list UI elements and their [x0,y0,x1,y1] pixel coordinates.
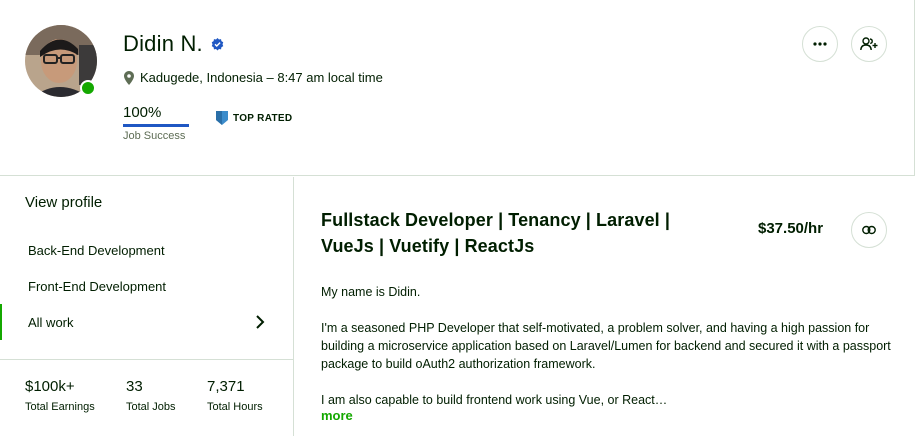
stat-label: Total Earnings [25,401,95,413]
stat-value: $100k+ [25,378,75,395]
job-success-label: Job Success [123,130,186,142]
description-paragraph: I'm a seasoned PHP Developer that self-m… [321,321,891,371]
profile-description: My name is Didin. I'm a seasoned PHP Dev… [321,283,896,427]
freelancer-name: Didin N. [123,31,203,56]
more-link[interactable]: more [321,408,353,423]
copy-link-button[interactable] [851,212,887,248]
stat-label: Total Hours [207,401,263,413]
stat-value: 33 [126,378,143,395]
stat-total-jobs: 33 Total Jobs [126,378,176,413]
invite-to-job-button[interactable] [851,26,887,62]
hourly-rate: $37.50/hr [758,220,824,237]
profile-sidebar: View profile Back-End Development Front-… [0,177,294,436]
location-row: Kadugede, Indonesia – 8:47 am local time [124,70,383,85]
description-paragraph: I am also capable to build frontend work… [321,393,668,407]
top-rated-label: TOP RATED [233,112,293,124]
chevron-right-icon [256,315,265,329]
sidebar-divider [0,359,293,360]
sidebar-item-all-work[interactable]: All work [0,304,293,340]
profile-main-content: Fullstack Developer | Tenancy | Laravel … [295,177,915,436]
sidebar-item-label: All work [28,314,74,330]
link-icon [862,225,876,235]
sidebar-item-front-end-development[interactable]: Front-End Development [0,268,293,304]
job-success-value: 100% [123,104,162,121]
more-options-button[interactable] [802,26,838,62]
verified-badge-icon [211,37,224,50]
online-status-indicator [80,80,96,96]
top-rated-badge-icon [216,111,228,125]
ellipsis-icon [813,42,827,46]
sidebar-item-back-end-development[interactable]: Back-End Development [0,232,293,268]
top-rated-badge[interactable]: TOP RATED [216,111,292,125]
stat-total-earnings: $100k+ Total Earnings [25,378,95,413]
stat-total-hours: 7,371 Total Hours [207,378,263,413]
stat-label: Total Jobs [126,401,176,413]
profile-header: Didin N. Kadugede, Indonesia – 8:47 am l… [0,0,915,176]
add-user-icon [860,37,878,51]
view-profile-heading: View profile [25,194,103,211]
sidebar-item-label: Front-End Development [28,278,167,294]
description-paragraph: My name is Didin. [321,285,421,299]
profile-title: Fullstack Developer | Tenancy | Laravel … [321,210,671,256]
sidebar-item-label: Back-End Development [28,242,165,258]
stat-value: 7,371 [207,378,245,395]
name-row: Didin N. [123,31,224,57]
job-success-score[interactable]: 100% Job Success [123,104,189,142]
job-success-bar [123,124,189,127]
location-text: Kadugede, Indonesia – 8:47 am local time [140,70,383,85]
map-pin-icon [124,70,134,85]
